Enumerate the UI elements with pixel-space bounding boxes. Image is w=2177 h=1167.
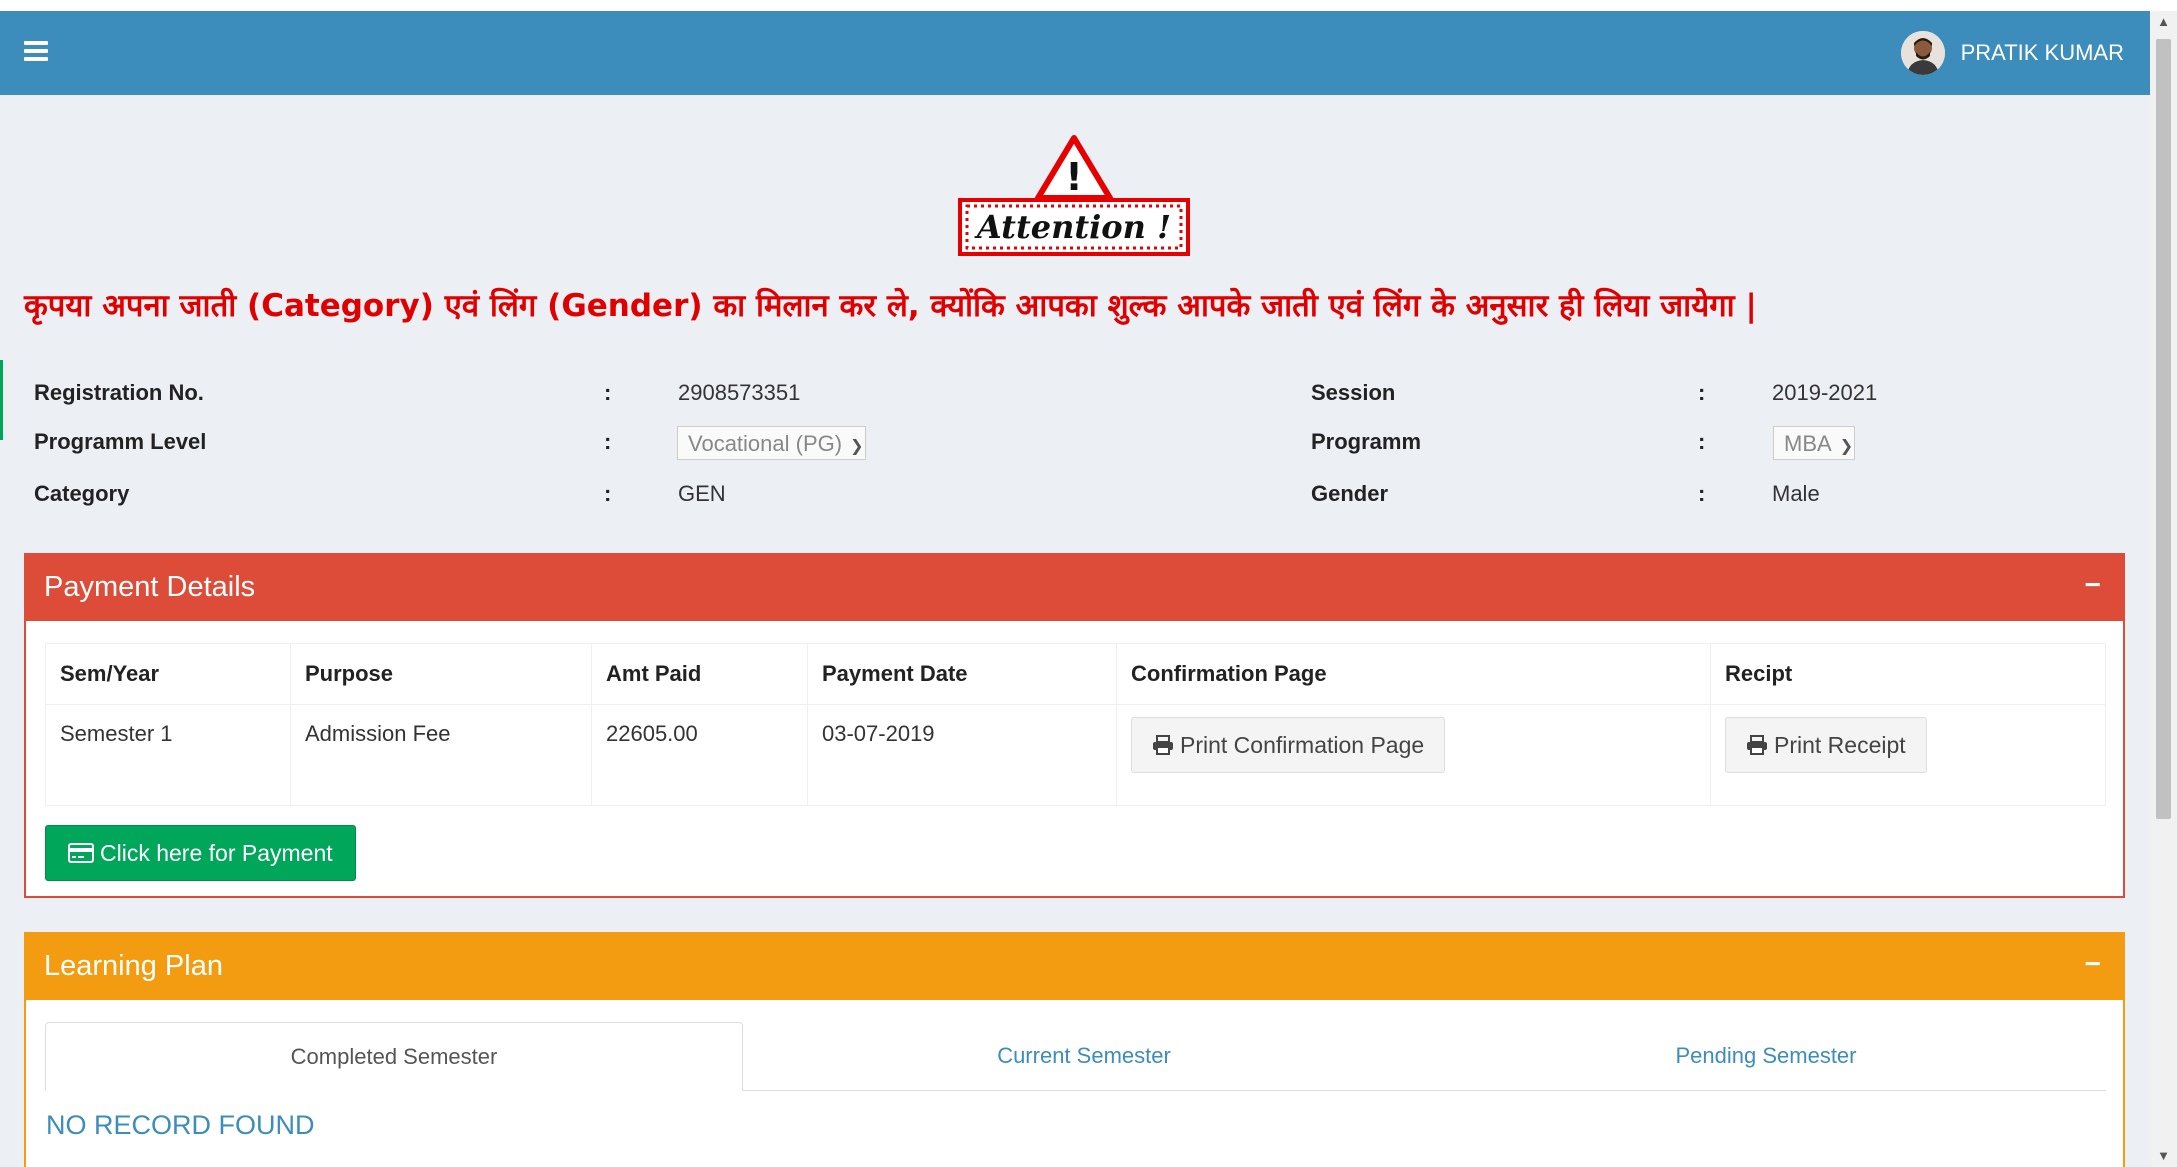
scroll-thumb[interactable] <box>2156 39 2171 819</box>
column-header-receipt: Recipt <box>1710 643 2106 705</box>
collapse-icon[interactable]: − <box>2085 571 2101 599</box>
top-navbar: PRATIK KUMAR <box>0 11 2150 95</box>
category-gender-notice: कृपया अपना जाती (Category) एवं लिंग (Gen… <box>24 288 1757 324</box>
svg-text:!: ! <box>1065 155 1082 199</box>
learning-plan-header: Learning Plan − <box>26 934 2123 1000</box>
info-separator: : <box>604 429 612 454</box>
category-value: GEN <box>678 481 726 506</box>
table-header-row: Sem/Year Purpose Amt Paid Payment Date C… <box>45 643 2106 705</box>
payment-details-header: Payment Details − <box>26 555 2123 621</box>
user-avatar <box>1900 31 1945 75</box>
print-receipt-label: Print Receipt <box>1774 731 1906 758</box>
column-header-amount: Amt Paid <box>591 643 808 705</box>
window-top-strip <box>0 0 2153 11</box>
learning-plan-box: Learning Plan − Completed Semester Curre… <box>24 932 2125 1167</box>
hamburger-icon[interactable] <box>24 41 48 63</box>
info-separator: : <box>604 380 612 405</box>
tab-completed-semester[interactable]: Completed Semester <box>45 1022 743 1091</box>
svg-text:Attention !: Attention ! <box>974 208 1171 246</box>
programm-level-label: Programm Level <box>34 429 207 454</box>
programm-value: MBA <box>1784 431 1832 456</box>
programm-label: Programm <box>1311 429 1422 454</box>
info-separator: : <box>1698 380 1706 405</box>
info-separator: : <box>604 481 612 506</box>
user-menu[interactable]: PRATIK KUMAR <box>1900 31 2124 75</box>
cell-sem: Semester 1 <box>45 704 291 806</box>
print-receipt-button[interactable]: Print Receipt <box>1725 717 1927 773</box>
user-name: PRATIK KUMAR <box>1960 40 2124 65</box>
left-accent-mark <box>0 360 3 440</box>
column-header-confirmation: Confirmation Page <box>1116 643 1711 705</box>
print-icon <box>1153 735 1173 755</box>
semester-tabs: Completed Semester Current Semester Pend… <box>45 1022 2106 1091</box>
cell-receipt: Print Receipt <box>1710 704 2106 806</box>
programm-level-select[interactable]: Vocational (PG) ❯ <box>677 426 866 460</box>
make-payment-button[interactable]: Click here for Payment <box>45 825 356 881</box>
gender-label: Gender <box>1311 481 1389 506</box>
scroll-down-arrow-icon[interactable]: ▼ <box>2150 1145 2177 1167</box>
collapse-icon[interactable]: − <box>2085 950 2101 978</box>
vertical-scrollbar[interactable]: ▲ ▼ <box>2150 11 2177 1167</box>
tab-pending-semester[interactable]: Pending Semester <box>1417 1022 2115 1090</box>
payment-details-box: Payment Details − Sem/Year Purpose Amt P… <box>24 553 2125 898</box>
cell-date: 03-07-2019 <box>807 704 1117 806</box>
make-payment-label: Click here for Payment <box>100 839 333 866</box>
programm-level-value: Vocational (PG) <box>688 431 843 456</box>
scroll-up-arrow-icon[interactable]: ▲ <box>2150 11 2177 33</box>
column-header-purpose: Purpose <box>290 643 592 705</box>
session-value: 2019-2021 <box>1772 380 1878 405</box>
registration-value: 2908573351 <box>678 380 801 405</box>
print-icon <box>1747 735 1767 755</box>
chevron-down-icon: ❯ <box>1839 438 1854 455</box>
column-header-sem: Sem/Year <box>45 643 291 705</box>
column-header-date: Payment Date <box>807 643 1117 705</box>
payment-table: Sem/Year Purpose Amt Paid Payment Date C… <box>45 643 2106 806</box>
info-separator: : <box>1698 481 1706 506</box>
session-label: Session <box>1311 380 1396 405</box>
info-separator: : <box>1698 429 1706 454</box>
cell-amount: 22605.00 <box>591 704 808 806</box>
cell-confirmation: Print Confirmation Page <box>1116 704 1711 806</box>
payment-details-title: Payment Details <box>44 571 256 603</box>
learning-plan-title: Learning Plan <box>44 950 223 982</box>
programm-select[interactable]: MBA ❯ <box>1773 426 1855 460</box>
attention-banner: ! Attention ! <box>958 134 1190 256</box>
gender-value: Male <box>1772 481 1820 506</box>
print-confirmation-button[interactable]: Print Confirmation Page <box>1131 717 1446 773</box>
print-confirmation-label: Print Confirmation Page <box>1180 731 1425 758</box>
table-row: Semester 1 Admission Fee 22605.00 03-07-… <box>45 704 2106 806</box>
category-label: Category <box>34 481 130 506</box>
registration-label: Registration No. <box>34 380 204 405</box>
cell-purpose: Admission Fee <box>290 704 592 806</box>
no-record-message: NO RECORD FOUND <box>46 1110 315 1140</box>
warning-triangle-icon: ! Attention ! <box>958 135 1190 256</box>
tab-current-semester[interactable]: Current Semester <box>735 1022 1433 1090</box>
credit-card-icon <box>68 843 94 863</box>
chevron-down-icon: ❯ <box>850 438 864 455</box>
